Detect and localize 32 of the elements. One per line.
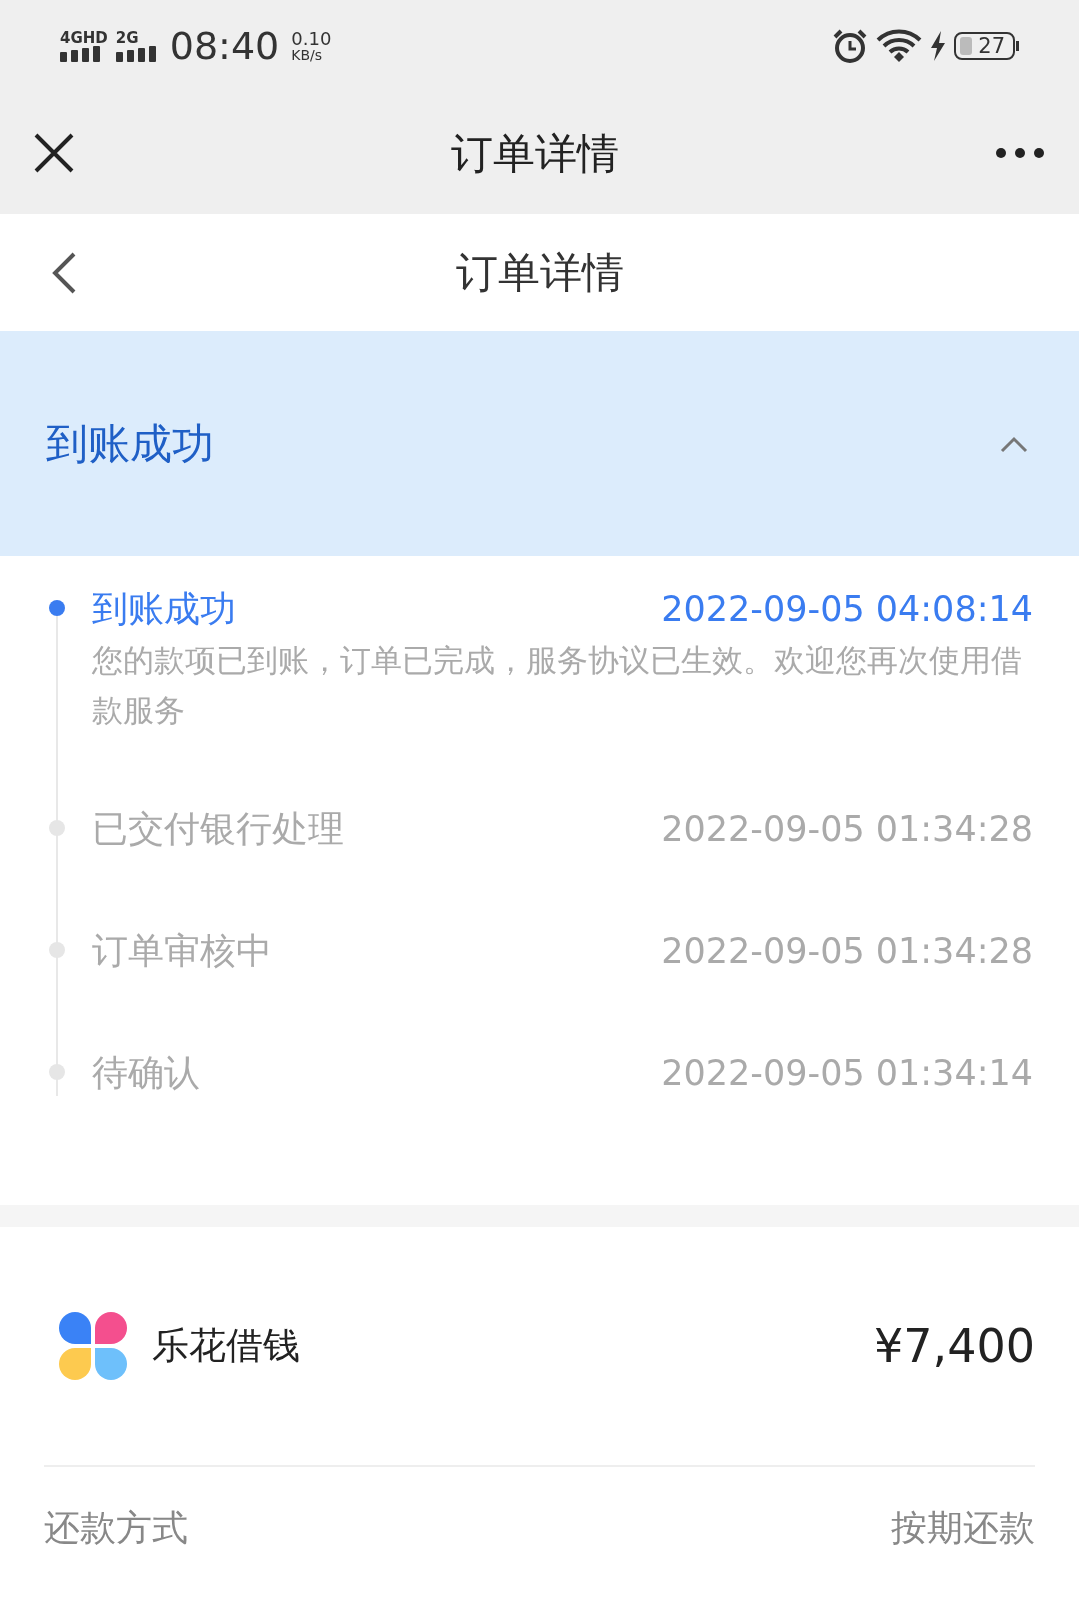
- wifi-icon: [876, 29, 923, 63]
- battery-level: 27: [978, 35, 1005, 57]
- timeline-time: 2022-09-05 01:34:28: [661, 929, 1033, 973]
- timeline-time: 2022-09-05 01:34:14: [661, 1051, 1033, 1095]
- timeline-time: 2022-09-05 01:34:28: [661, 807, 1033, 851]
- signal-icon: [60, 45, 102, 62]
- battery-fill: [960, 37, 973, 55]
- timeline-title: 已交付银行处理: [92, 807, 344, 851]
- network-label: 4GHD: [60, 30, 108, 46]
- flower-logo-icon: [58, 1311, 128, 1381]
- charging-icon: [930, 31, 947, 61]
- page-title: 订单详情: [455, 248, 624, 297]
- alarm-icon: [832, 29, 869, 63]
- window-title: 订单详情: [450, 127, 619, 180]
- more-icon[interactable]: [995, 147, 1045, 159]
- back-icon[interactable]: [50, 250, 78, 295]
- signal-icon: [115, 45, 158, 62]
- detail-value: 按期还款: [891, 1506, 1035, 1550]
- timeline-description: 您的款项已到账，订单已完成，服务协议已生效。欢迎您再次使用借款服务: [92, 641, 1023, 730]
- timeline-title: 到账成功: [92, 587, 236, 631]
- clock-time: 08:40: [169, 27, 280, 65]
- status-title: 到账成功: [46, 418, 214, 470]
- detail-label: 还款方式: [44, 1506, 188, 1550]
- timeline-title: 订单审核中: [92, 929, 272, 973]
- product-name: 乐花借钱: [152, 1323, 301, 1370]
- close-icon[interactable]: [34, 133, 74, 173]
- amount: ¥7,400: [874, 1317, 1035, 1375]
- timeline-title: 待确认: [92, 1051, 200, 1095]
- speed-unit: KB/s: [291, 48, 324, 62]
- timeline-time: 2022-09-05 04:08:14: [661, 587, 1033, 631]
- speed-value: 0.10: [291, 30, 332, 48]
- network-label: 2G: [115, 30, 140, 46]
